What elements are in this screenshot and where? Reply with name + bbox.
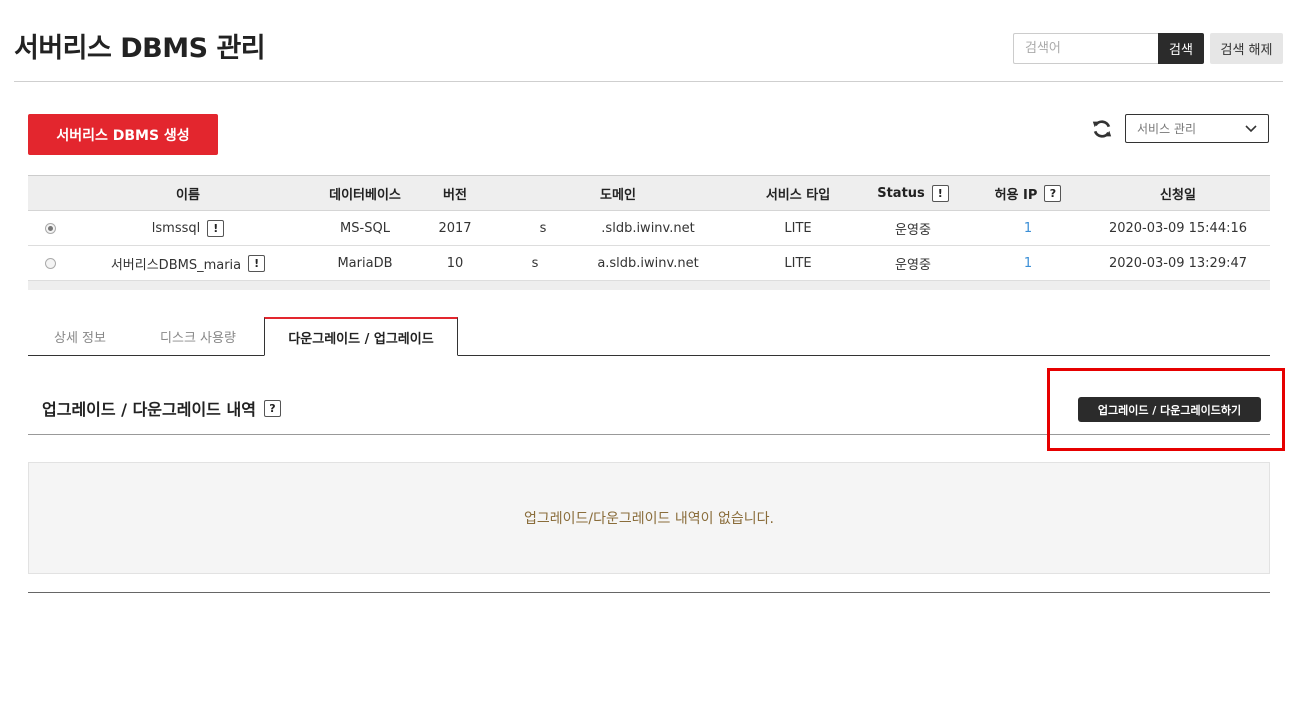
bottom-divider	[28, 592, 1270, 593]
row-name-text: 서버리스DBMS_maria	[110, 257, 242, 273]
allowed-ip-help-icon[interactable]: ?	[1044, 184, 1062, 202]
row-database: MariaDB	[337, 255, 393, 271]
row-status: 운영중	[895, 257, 931, 273]
row-version: 10	[446, 255, 464, 271]
col-request-date: 신청일	[1160, 187, 1196, 203]
empty-history-panel: 업그레이드/다운그레이드 내역이 없습니다.	[28, 462, 1270, 574]
table-header: 이름 데이터베이스 버전 도메인 서비스 타입 Status ! 허용 IP ?…	[28, 175, 1270, 211]
tab-details[interactable]: 상세 정보	[28, 317, 132, 356]
col-version: 버전	[443, 187, 467, 203]
row-allowed-ip-link[interactable]: 1	[978, 246, 1078, 280]
search-input[interactable]	[1013, 33, 1158, 64]
row-status: 운영중	[895, 222, 931, 238]
row-radio[interactable]	[44, 222, 56, 234]
col-allowed-ip-label: 허용 IP	[994, 187, 1038, 203]
create-dbms-button[interactable]: 서버리스 DBMS 생성	[28, 114, 218, 155]
search-reset-button[interactable]: 검색 해제	[1210, 33, 1283, 64]
col-database: 데이터베이스	[329, 187, 401, 203]
dbms-table: 이름 데이터베이스 버전 도메인 서비스 타입 Status ! 허용 IP ?…	[28, 175, 1270, 290]
row-name: 서버리스DBMS_maria !	[98, 246, 278, 280]
row-version: 2017	[438, 220, 472, 236]
row-info-icon[interactable]: !	[207, 219, 225, 237]
section-title-text: 업그레이드 / 다운그레이드 내역	[42, 400, 256, 419]
tab-disk-usage[interactable]: 디스크 사용량	[143, 317, 253, 356]
col-name: 이름	[176, 187, 200, 203]
section-help-icon[interactable]: ?	[263, 399, 281, 417]
status-info-icon[interactable]: !	[931, 184, 949, 202]
detail-tabs: 상세 정보 디스크 사용량 다운그레이드 / 업그레이드	[28, 317, 1270, 356]
col-allowed-ip: 허용 IP ?	[978, 176, 1078, 210]
service-select[interactable]: 서비스 관리	[1125, 114, 1269, 143]
row-domain: a.sldb.iwinv.net	[597, 255, 699, 271]
header-divider	[14, 81, 1283, 82]
service-select-value: 서비스 관리	[1137, 122, 1197, 136]
row-allowed-ip-link[interactable]: 1	[978, 211, 1078, 245]
row-service-type: LITE	[784, 220, 812, 236]
search-button[interactable]: 검색	[1158, 33, 1204, 64]
row-domain-prefix: s	[539, 220, 547, 236]
row-domain: .sldb.iwinv.net	[601, 220, 695, 236]
empty-message: 업그레이드/다운그레이드 내역이 없습니다.	[524, 511, 774, 527]
col-status: Status !	[868, 176, 958, 210]
refresh-icon[interactable]	[1091, 118, 1113, 140]
row-request-date: 2020-03-09 15:44:16	[1108, 220, 1248, 236]
col-status-label: Status	[877, 185, 925, 201]
section-title: 업그레이드 / 다운그레이드 내역 ?	[42, 396, 281, 420]
col-domain: 도메인	[600, 187, 636, 203]
row-radio[interactable]	[44, 257, 56, 269]
row-service-type: LITE	[784, 255, 812, 271]
row-domain-prefix: s	[531, 255, 539, 271]
upgrade-downgrade-button[interactable]: 업그레이드 / 다운그레이드하기	[1078, 397, 1261, 422]
row-database: MS-SQL	[340, 220, 390, 236]
tab-upgrade-downgrade[interactable]: 다운그레이드 / 업그레이드	[264, 317, 458, 356]
table-row[interactable]: lsmssql ! MS-SQL 2017 s .sldb.iwinv.net …	[28, 211, 1270, 246]
row-info-icon[interactable]: !	[248, 254, 266, 272]
table-row[interactable]: 서버리스DBMS_maria ! MariaDB 10 s a.sldb.iwi…	[28, 246, 1270, 281]
page-title: 서버리스 DBMS 관리	[14, 33, 266, 64]
row-name: lsmssql !	[108, 211, 268, 245]
row-name-text: lsmssql	[151, 220, 201, 236]
table-footer	[28, 281, 1270, 290]
chevron-down-icon	[1245, 124, 1257, 132]
col-service-type: 서비스 타입	[765, 187, 831, 203]
row-request-date: 2020-03-09 13:29:47	[1108, 255, 1248, 271]
